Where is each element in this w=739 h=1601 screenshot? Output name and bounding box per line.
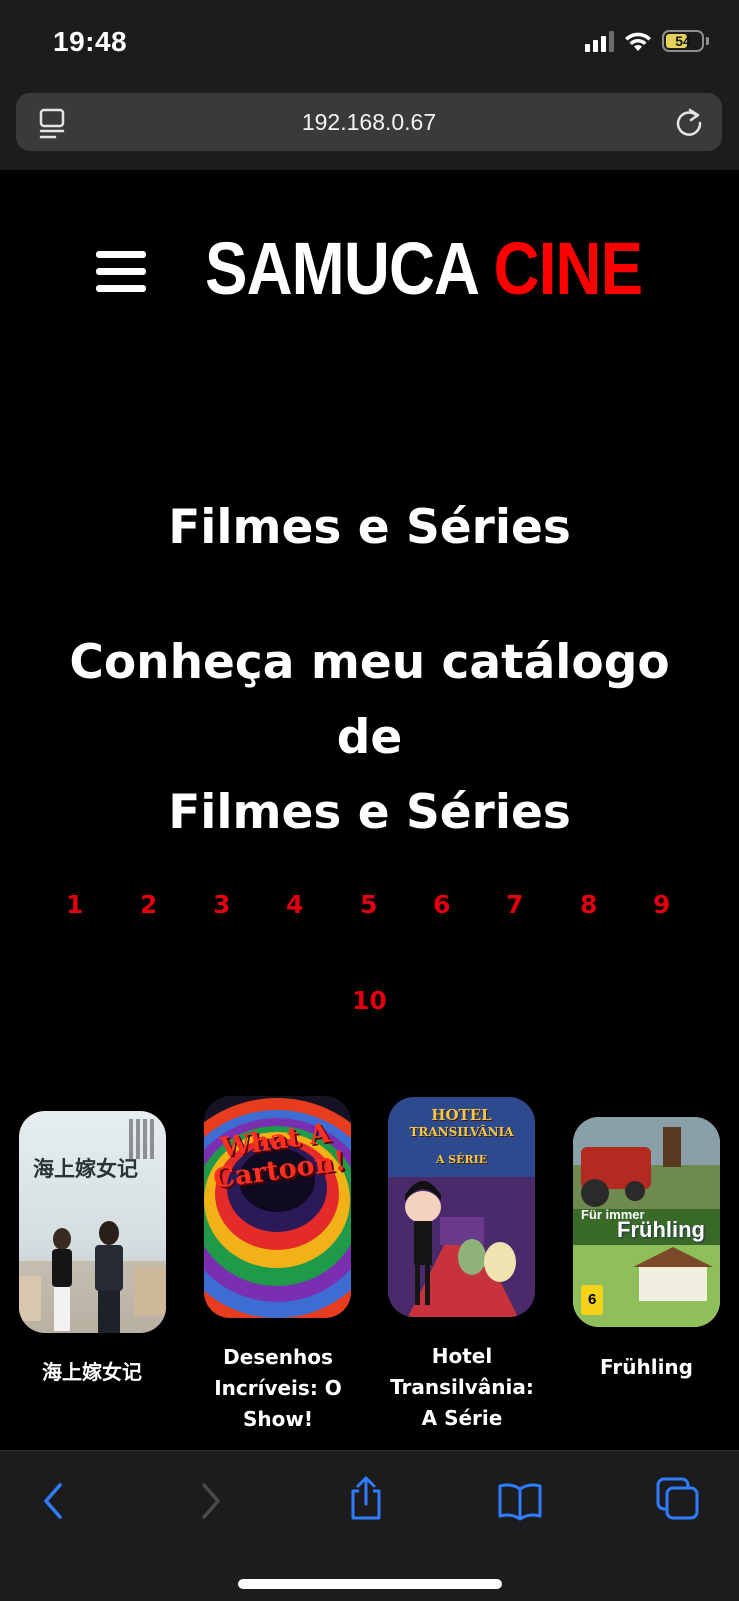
catalog-item-title[interactable]: Desenhos Incríveis: O Show!: [183, 1342, 373, 1435]
catalog-item-title[interactable]: Frühling: [573, 1352, 720, 1383]
page-link-8[interactable]: 8: [580, 890, 597, 919]
forward-icon[interactable]: [196, 1481, 226, 1521]
page-link-4[interactable]: 4: [286, 890, 303, 919]
reload-icon[interactable]: [674, 107, 704, 137]
poster-fruhling-age-rating: 6: [588, 1291, 597, 1308]
catalog-item-title-line-1: Desenhos: [223, 1345, 333, 1369]
poster-hotel-transilvania-logo-line-3: A SÉRIE: [435, 1153, 488, 1166]
menu-hamburger-icon[interactable]: [96, 251, 148, 295]
status-time: 19:48: [53, 26, 128, 57]
page-link-7[interactable]: 7: [506, 890, 523, 919]
page-title: Filmes e Séries: [168, 500, 571, 555]
url-text: 192.168.0.67: [301, 109, 437, 135]
page-link-1[interactable]: 1: [66, 890, 83, 919]
poster-what-a-cartoon[interactable]: What A Cartoon!: [204, 1096, 351, 1318]
poster-hotel-transilvania-logo-line-1: HOTEL: [431, 1106, 492, 1124]
poster-hotel-transilvania[interactable]: HOTEL TRANSILVÂNIA A SÉRIE: [388, 1097, 535, 1317]
page-subtitle-line-1: Conheça meu catálogo de: [69, 635, 670, 765]
browser-address-area: 192.168.0.67: [0, 88, 739, 170]
poster-hotel-transilvania-logo: HOTEL TRANSILVÂNIA A SÉRIE: [388, 1107, 535, 1168]
poster-hotel-transilvania-logo-line-2: TRANSILVÂNIA: [409, 1125, 514, 1139]
battery-icon: 54: [662, 30, 704, 52]
poster-fruhling-title: Frühling: [617, 1217, 705, 1242]
site-logo[interactable]: SAMUCA CINE: [205, 226, 643, 311]
home-indicator: [238, 1579, 502, 1589]
catalog-item-title[interactable]: Hotel Transilvânia: A Série: [361, 1341, 563, 1434]
battery-percentage: 54: [675, 33, 691, 49]
poster-haishang-art: [19, 1119, 166, 1333]
poster-haishang[interactable]: 海上嫁女记: [19, 1111, 166, 1333]
catalog-item-title-line-2: A Série: [421, 1406, 503, 1430]
page-link-2[interactable]: 2: [140, 890, 157, 919]
logo-text-red: CINE: [493, 227, 643, 310]
share-icon[interactable]: [346, 1475, 386, 1521]
status-icons: 54: [585, 30, 709, 52]
poster-fruhling[interactable]: Für immer Frühling 6: [573, 1117, 720, 1327]
wifi-icon: [625, 32, 651, 51]
address-bar[interactable]: 192.168.0.67: [16, 93, 722, 151]
page-subtitle-line-2: Filmes e Séries: [168, 785, 571, 840]
pagination: 1 2 3 4 5 6 7 8 9 10: [0, 890, 739, 1015]
page-link-3[interactable]: 3: [213, 890, 230, 919]
catalog-item-title-line-2: Incríveis: O Show!: [214, 1376, 342, 1431]
status-bar: 19:48 54: [0, 0, 739, 88]
page-link-6[interactable]: 6: [433, 890, 450, 919]
page-subtitle: Conheça meu catálogo de Filmes e Séries: [30, 625, 709, 850]
page-link-10[interactable]: 10: [352, 986, 387, 1015]
logo-text-white: SAMUCA: [205, 227, 478, 310]
page-link-9[interactable]: 9: [653, 890, 670, 919]
back-icon[interactable]: [38, 1481, 68, 1521]
cellular-signal-icon: [585, 30, 614, 52]
tabs-icon[interactable]: [656, 1477, 700, 1521]
battery-nub: [706, 37, 709, 45]
catalog-item-title[interactable]: 海上嫁女记: [6, 1357, 178, 1388]
page-link-5[interactable]: 5: [360, 890, 377, 919]
catalog-item-title-line-1: Hotel Transilvânia:: [390, 1344, 534, 1399]
bookmarks-icon[interactable]: [497, 1481, 543, 1521]
poster-haishang-title: 海上嫁女记: [33, 1156, 138, 1181]
